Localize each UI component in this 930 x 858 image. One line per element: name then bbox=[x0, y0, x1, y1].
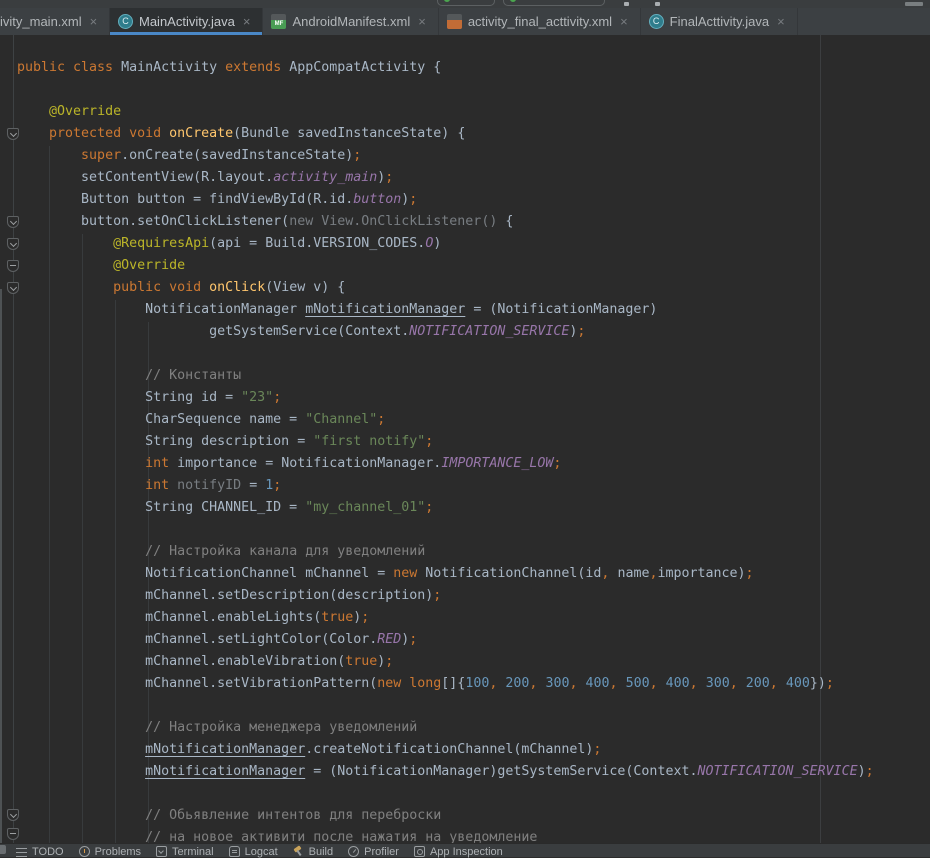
code-line: String description = "first notify"; bbox=[17, 431, 874, 453]
fold-minus-icon[interactable] bbox=[7, 828, 19, 840]
code-line: // Обьявление интентов для переброски bbox=[17, 805, 874, 827]
toolbar-item-problems[interactable]: Problems bbox=[79, 846, 141, 858]
build-icon bbox=[293, 846, 304, 857]
code-line: protected void onCreate(Bundle savedInst… bbox=[17, 123, 874, 145]
code-line: mNotificationManager = (NotificationMana… bbox=[17, 761, 874, 783]
code-line: int importance = NotificationManager.IMP… bbox=[17, 453, 874, 475]
code-line: String CHANNEL_ID = "my_channel_01"; bbox=[17, 497, 874, 519]
code-line: public class MainActivity extends AppCom… bbox=[17, 57, 874, 79]
tool-window-icon-partial[interactable] bbox=[0, 845, 6, 854]
code-line: // Настройка менеджера уведомлений bbox=[17, 717, 874, 739]
fold-chevron-icon[interactable] bbox=[7, 238, 19, 250]
code-line: // Константы bbox=[17, 365, 874, 387]
tab-label: activity_final_acttivity.xml bbox=[468, 14, 612, 29]
code-editor[interactable]: public class MainActivity extends AppCom… bbox=[0, 35, 930, 843]
code-line: String id = "23"; bbox=[17, 387, 874, 409]
tab-label: AndroidManifest.xml bbox=[292, 14, 410, 29]
code-line: mChannel.enableLights(true); bbox=[17, 607, 874, 629]
code-line: mChannel.setLightColor(Color.RED); bbox=[17, 629, 874, 651]
code-line: setContentView(R.layout.activity_main); bbox=[17, 167, 874, 189]
logcat-icon bbox=[229, 846, 240, 857]
code-line: NotificationManager mNotificationManager… bbox=[17, 299, 874, 321]
tab-activity-final-acttivity-xml[interactable]: activity_final_acttivity.xml × bbox=[439, 8, 641, 35]
java-class-icon: C bbox=[118, 14, 133, 29]
code-line: CharSequence name = "Channel"; bbox=[17, 409, 874, 431]
code-line: // на новое активити после нажатия на ув… bbox=[17, 827, 874, 843]
code-line: public void onClick(View v) { bbox=[17, 277, 874, 299]
fold-chevron-icon[interactable] bbox=[7, 809, 19, 821]
code-line bbox=[17, 519, 874, 541]
tab-label: ivity_main.xml bbox=[0, 14, 82, 29]
code-line: NotificationChannel mChannel = new Notif… bbox=[17, 563, 874, 585]
app-inspection-icon bbox=[414, 846, 425, 857]
code-line bbox=[17, 79, 874, 101]
toolbar-item-terminal[interactable]: Terminal bbox=[156, 846, 214, 858]
tab-label: MainActivity.java bbox=[139, 14, 235, 29]
code-line: mChannel.enableVibration(true); bbox=[17, 651, 874, 673]
code-line: mNotificationManager.createNotificationC… bbox=[17, 739, 874, 761]
status-dot-icon bbox=[510, 0, 516, 2]
manifest-file-icon: MF bbox=[271, 14, 286, 29]
code-line bbox=[17, 343, 874, 365]
toolbar-item-app-inspection[interactable]: App Inspection bbox=[414, 846, 503, 858]
run-configuration-widget[interactable] bbox=[437, 0, 495, 6]
tab-finalacttivity-java[interactable]: C FinalActtivity.java × bbox=[641, 8, 798, 35]
terminal-icon bbox=[156, 846, 167, 857]
status-dot-icon bbox=[444, 0, 450, 2]
code-line: mChannel.setVibrationPattern(new long[]{… bbox=[17, 673, 874, 695]
code-line bbox=[17, 695, 874, 717]
toolbar-item-todo[interactable]: TODO bbox=[16, 846, 64, 858]
java-class-icon: C bbox=[649, 14, 664, 29]
code-line bbox=[17, 783, 874, 805]
code-line: button.setOnClickListener(new View.OnCli… bbox=[17, 211, 874, 233]
layout-xml-file-icon bbox=[447, 14, 462, 29]
close-icon[interactable]: × bbox=[775, 14, 787, 29]
toolbar-button-clipped[interactable] bbox=[905, 2, 923, 6]
profiler-icon bbox=[348, 846, 359, 857]
code-line: Button button = findViewById(R.id.button… bbox=[17, 189, 874, 211]
fold-chevron-icon[interactable] bbox=[7, 128, 19, 140]
code-line: // Настройка канала для уведомлений bbox=[17, 541, 874, 563]
close-icon[interactable]: × bbox=[416, 14, 428, 29]
toolbar-button-clipped[interactable] bbox=[624, 2, 629, 6]
code-line: super.onCreate(savedInstanceState); bbox=[17, 145, 874, 167]
tab-label: FinalActtivity.java bbox=[670, 14, 769, 29]
code-line: mChannel.setDescription(description); bbox=[17, 585, 874, 607]
toolbar-item-logcat[interactable]: Logcat bbox=[229, 846, 278, 858]
close-icon[interactable]: × bbox=[241, 14, 253, 29]
tab-mainactivity-java[interactable]: C MainActivity.java × bbox=[110, 8, 263, 35]
close-icon[interactable]: × bbox=[88, 14, 100, 29]
toolbar-button-clipped[interactable] bbox=[655, 2, 660, 6]
code-line: getSystemService(Context.NOTIFICATION_SE… bbox=[17, 321, 874, 343]
code-line: @Override bbox=[17, 255, 874, 277]
todo-icon bbox=[16, 846, 27, 857]
fold-chevron-icon[interactable] bbox=[7, 282, 19, 294]
code-line: @Override bbox=[17, 101, 874, 123]
device-selector-widget[interactable] bbox=[503, 0, 605, 6]
toolbar-item-build[interactable]: Build bbox=[293, 846, 333, 858]
fold-chevron-icon[interactable] bbox=[7, 216, 19, 228]
fold-minus-icon[interactable] bbox=[7, 260, 19, 272]
problems-icon bbox=[79, 846, 90, 857]
tab-androidmanifest-xml[interactable]: MF AndroidManifest.xml × bbox=[263, 8, 438, 35]
toolbar-item-profiler[interactable]: Profiler bbox=[348, 846, 399, 858]
editor-tab-bar: ivity_main.xml × C MainActivity.java × M… bbox=[0, 8, 930, 35]
code-line: int notifyID = 1; bbox=[17, 475, 874, 497]
code-lines: public class MainActivity extends AppCom… bbox=[17, 57, 874, 843]
tab-activity-main-xml[interactable]: ivity_main.xml × bbox=[0, 8, 110, 35]
close-icon[interactable]: × bbox=[618, 14, 630, 29]
code-line: @RequiresApi(api = Build.VERSION_CODES.O… bbox=[17, 233, 874, 255]
